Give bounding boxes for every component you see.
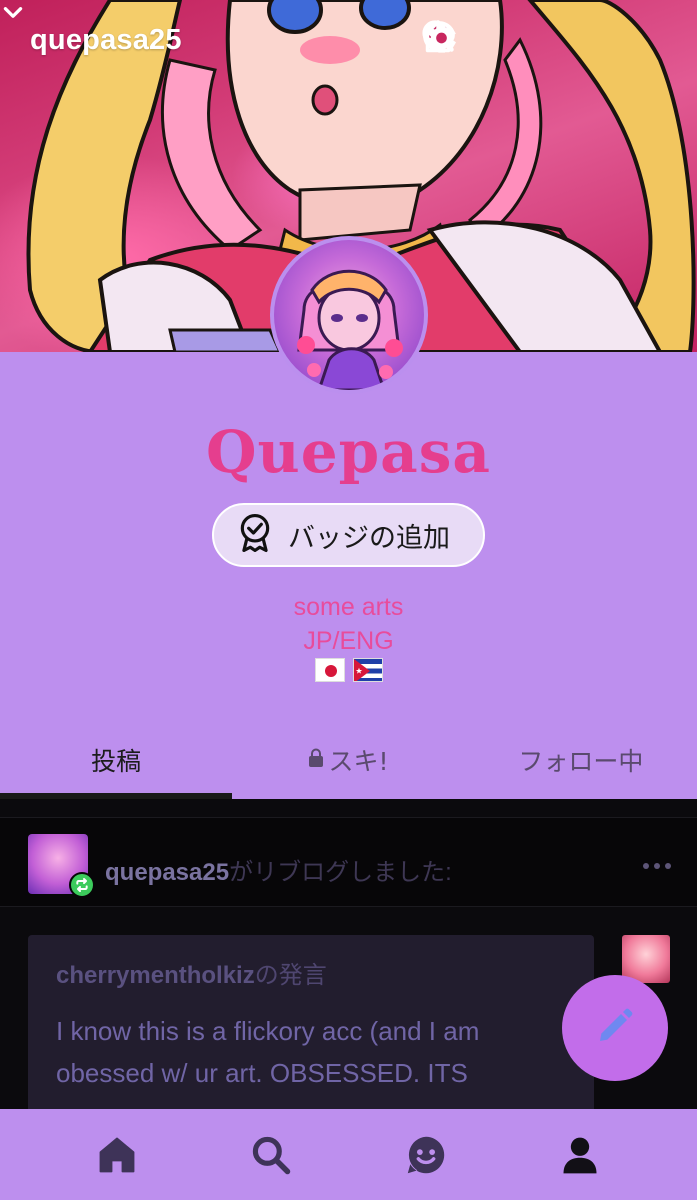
lock-icon bbox=[308, 745, 324, 774]
account-icon[interactable] bbox=[550, 1125, 610, 1185]
blog-name: quepasa25 bbox=[30, 23, 182, 56]
description-line: some arts bbox=[293, 593, 404, 621]
blog-description: some arts JP/ENG bbox=[0, 590, 697, 658]
activity-icon[interactable] bbox=[396, 1125, 456, 1185]
top-action-icons bbox=[420, 18, 653, 56]
tab-posts-label: 投稿 bbox=[91, 747, 142, 776]
profile-tabs: 投稿 スキ! フォロー中 bbox=[0, 736, 697, 799]
badge-icon bbox=[236, 512, 274, 559]
quote-line: obessed w/ ur art. OBSESSED. ITS bbox=[56, 1058, 468, 1088]
more-options-icon[interactable] bbox=[643, 863, 671, 869]
source-avatar[interactable] bbox=[622, 935, 670, 983]
reblogged-quote: cherrymentholkizの発言 I know this is a fli… bbox=[28, 935, 594, 1115]
search-icon[interactable] bbox=[241, 1125, 301, 1185]
quote-source: cherrymentholkizの発言 bbox=[56, 955, 566, 990]
flags-row bbox=[0, 658, 697, 682]
blog-avatar[interactable] bbox=[270, 236, 428, 394]
share-icon[interactable] bbox=[425, 18, 588, 56]
tab-likes[interactable]: スキ! bbox=[232, 736, 464, 799]
pencil-icon bbox=[595, 1006, 635, 1051]
tab-following-label: フォロー中 bbox=[518, 747, 644, 776]
compose-post-button[interactable] bbox=[562, 975, 668, 1081]
quote-body: I know this is a flickory acc (and I am … bbox=[56, 1010, 566, 1094]
quote-line: I know this is a flickory acc (and I am bbox=[56, 1016, 480, 1046]
post-header: quepasa25がリブログしました: bbox=[0, 817, 697, 907]
source-suffix: の発言 bbox=[254, 962, 327, 989]
palette-icon[interactable] bbox=[423, 18, 523, 56]
reblog-suffix: がリブログしました: bbox=[229, 859, 452, 886]
reblog-icon bbox=[69, 872, 95, 898]
tab-likes-label: スキ! bbox=[328, 747, 389, 776]
profile-panel: Quepasa バッジの追加 some arts JP/ENG 投稿 スキ! フ… bbox=[0, 352, 697, 799]
blog-title: Quepasa bbox=[206, 418, 491, 486]
reblog-attribution: quepasa25がリブログしました: bbox=[105, 852, 452, 887]
bottom-navigation bbox=[0, 1109, 697, 1200]
description-line: JP/ENG bbox=[303, 627, 394, 655]
avatar-artwork bbox=[274, 240, 424, 390]
source-username[interactable]: cherrymentholkiz bbox=[56, 962, 255, 989]
cuba-flag-icon bbox=[352, 658, 383, 682]
japan-flag-icon bbox=[314, 658, 345, 682]
tab-posts[interactable]: 投稿 bbox=[0, 736, 232, 799]
add-badge-button[interactable]: バッジの追加 bbox=[212, 503, 485, 567]
blog-switcher[interactable]: quepasa25 bbox=[3, 7, 192, 57]
home-icon[interactable] bbox=[87, 1125, 147, 1185]
tab-following[interactable]: フォロー中 bbox=[465, 736, 697, 799]
add-badge-label: バッジの追加 bbox=[288, 522, 450, 554]
gear-icon[interactable] bbox=[427, 18, 653, 56]
reblogger-name[interactable]: quepasa25 bbox=[105, 859, 229, 886]
